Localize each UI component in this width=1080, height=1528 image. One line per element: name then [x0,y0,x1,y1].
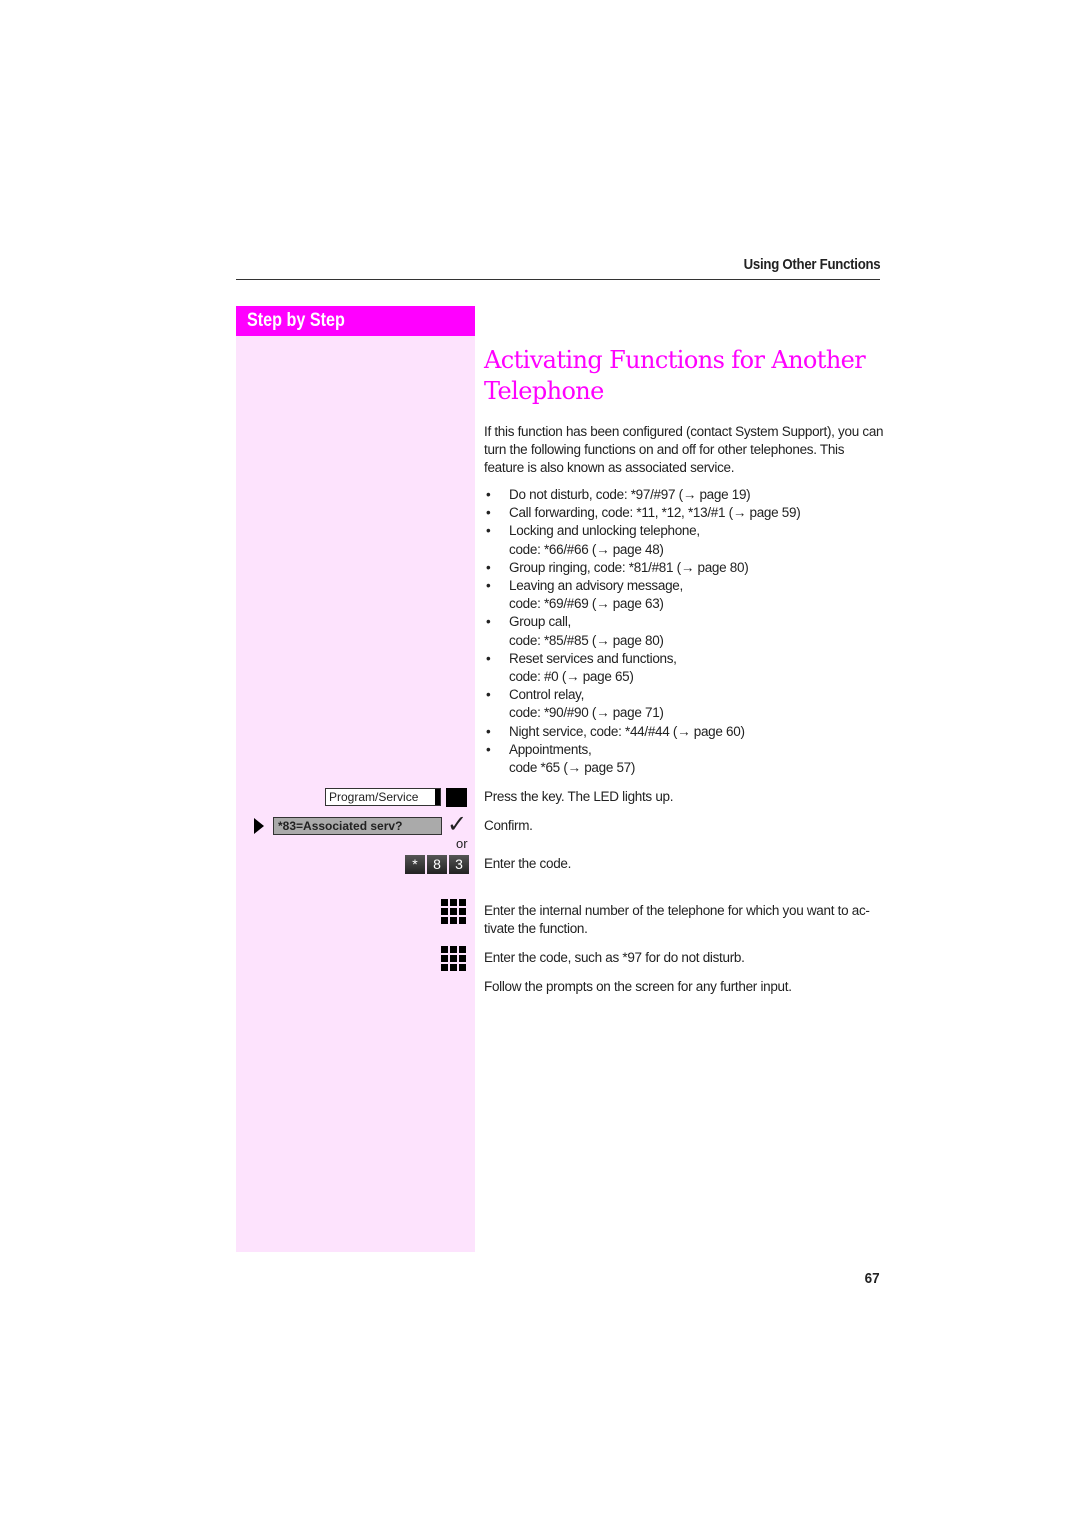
list-item: • Locking and unlocking telephone, code: *… [486,523,700,557]
page-title: Activating Functions for Another Telepho… [484,345,866,407]
step-enter-internal-number: Enter the internal number of the telepho… [484,903,870,936]
key-edge-bar [435,789,440,805]
list-item: • Leaving an advisory message, code: *69/#… [486,578,683,612]
bullet-icon: • [486,578,491,594]
key-8[interactable]: 8 [427,855,447,874]
bullet-icon: • [486,687,491,703]
function-code-list: • Do not disturb, code: *97/#97 (→ page 1… [484,486,801,777]
step-enter-code: Enter the code. [484,856,572,871]
list-item: • Call forwarding, code: *11, *12, *13/#1… [484,504,801,522]
step-press-key: Press the key. The LED lights up. [484,789,674,804]
dial-keypad-icon [441,946,468,971]
list-item: • Group call, code: *85/#85 (→ page 80) [486,614,664,648]
bullet-icon: • [486,487,491,502]
bullet-icon: • [486,614,491,630]
page-number: 67 [864,1270,880,1287]
sidebar-header: Step by Step [236,306,475,336]
title-line-2: Telephone [484,377,604,405]
bullet-icon: • [486,723,491,739]
list-item: • Do not disturb, code: *97/#97 (→ page 1… [484,486,800,504]
dial-keypad-icon [441,899,468,924]
program-service-key[interactable]: Program/Service [325,788,441,806]
bullet-icon: • [486,505,491,521]
list-item: • Night service, code: *44/#44 (→ page 60… [484,723,800,741]
bullet-icon: • [486,559,491,575]
step-by-step-sidebar: Step by Step [236,306,475,1252]
selection-arrow-icon [254,818,264,834]
bullet-icon: • [486,650,491,666]
key-3[interactable]: 3 [449,855,469,874]
star-key[interactable]: * [405,855,425,874]
step-confirm: Confirm. [484,818,533,833]
running-head-section-title: Using Other Functions [743,256,880,273]
sidebar-heading: Step by Step [247,310,345,331]
intro-paragraph: If this function has been configured (co… [484,424,884,475]
bullet-icon: • [486,741,491,757]
list-item: • Reset services and functions, code: #0 (… [486,650,677,685]
step-follow-prompts: Follow the prompts on the screen for any… [484,979,792,994]
program-service-label: Program/Service [329,790,419,804]
led-indicator-icon [446,788,467,807]
header-divider [236,279,880,280]
bullet-icon: • [486,523,491,539]
list-item: • Group ringing, code: *81/#81 (→ page 80… [484,559,800,577]
list-item: • Appointments, code *65 (→ page 57) [486,741,636,776]
list-item: • Control relay, code: *90/#90 (→ page 71) [486,687,664,721]
code-keys: * 8 3 [405,855,469,874]
confirm-checkmark-icon[interactable]: ✓ [447,812,467,838]
display-menu-option[interactable]: *83=Associated serv? [273,817,442,835]
title-line-1: Activating Functions for Another [484,346,866,374]
step-enter-code-example: Enter the code, such as *97 for do not d… [484,950,745,965]
or-label: or [456,836,468,851]
